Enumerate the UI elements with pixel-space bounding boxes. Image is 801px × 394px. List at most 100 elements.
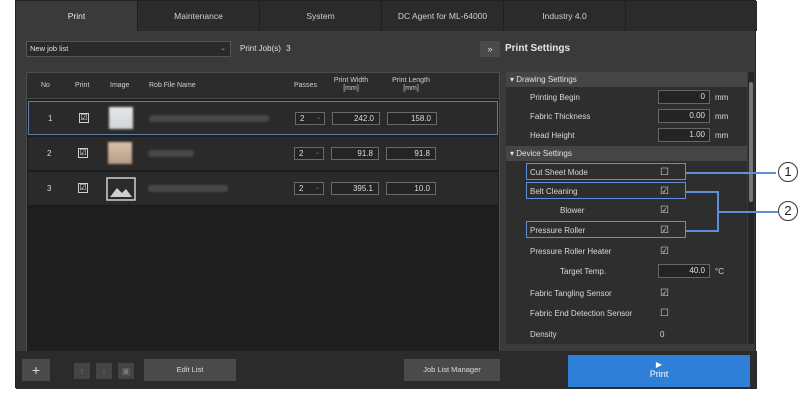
job-list-dropdown-value: New job list [30, 44, 69, 53]
tab-system[interactable]: System [260, 1, 382, 31]
table-row[interactable]: 1 ☑ 2 ⌄ 242.0 158.0 [28, 101, 498, 135]
job-table: No Print Image Rob File Name Passes Prin… [26, 72, 500, 379]
print-length-field[interactable]: 10.0 [386, 182, 436, 195]
job-list-manager-button[interactable]: Job List Manager [404, 359, 500, 381]
passes-value: 2 [299, 184, 304, 193]
pressure-roller-heater-label: Pressure Roller Heater [530, 247, 612, 256]
passes-value: 2 [299, 149, 304, 158]
callout-badge-2: 2 [778, 201, 798, 221]
fabric-thickness-input[interactable]: 0.00 [658, 109, 710, 123]
settings-title: Print Settings [505, 43, 571, 54]
app-window: Print Maintenance System DC Agent for ML… [15, 0, 757, 389]
print-button-label: Print [649, 369, 669, 379]
head-height-input[interactable]: 1.00 [658, 128, 710, 142]
passes-value: 2 [300, 114, 305, 123]
file-name-blurred [149, 115, 269, 122]
play-icon: ▶ [655, 360, 663, 369]
header-no: No [41, 82, 50, 89]
chevron-down-icon: ⌄ [220, 45, 226, 52]
edit-list-button[interactable]: Edit List [144, 359, 236, 381]
print-checkbox[interactable]: ☑ [79, 113, 89, 123]
print-width-field[interactable]: 91.8 [331, 147, 379, 160]
density-value: 0 [660, 330, 665, 339]
delete-icon[interactable]: ▣ [118, 363, 134, 379]
fabric-thickness-label: Fabric Thickness [530, 112, 591, 121]
passes-select[interactable]: 2 ⌄ [295, 112, 325, 125]
file-name-blurred [148, 185, 228, 192]
fabric-end-checkbox[interactable]: ☐ [660, 308, 669, 319]
move-down-icon[interactable]: ↓ [96, 363, 112, 379]
tab-industry-4[interactable]: Industry 4.0 [504, 1, 626, 31]
job-thumbnail [108, 142, 132, 164]
blower-label: Blower [560, 206, 585, 215]
tab-bar: Print Maintenance System DC Agent for ML… [16, 1, 757, 31]
job-count-value: 3 [286, 44, 291, 53]
drawing-settings-label: Drawing Settings [516, 75, 577, 84]
passes-select[interactable]: 2 ⌄ [294, 147, 324, 160]
job-count-label: Print Job(s) [240, 44, 281, 53]
printing-begin-input[interactable]: 0 [658, 90, 710, 104]
device-settings-header[interactable]: ▾ Device Settings [506, 146, 747, 161]
job-list-dropdown[interactable]: New job list ⌄ [26, 41, 231, 57]
printing-begin-unit: mm [715, 93, 729, 102]
job-list-panel: New job list ⌄ Print Job(s) 3 » No Print… [26, 41, 500, 379]
target-temp-label: Target Temp. [560, 267, 607, 276]
device-settings-label: Device Settings [516, 149, 572, 158]
callout-1-highlight [526, 163, 686, 180]
drawing-settings-header[interactable]: ▾ Drawing Settings [506, 72, 747, 87]
move-up-icon[interactable]: ↑ [74, 363, 90, 379]
target-temp-input[interactable]: 40.0 [658, 264, 710, 278]
print-width-field[interactable]: 242.0 [332, 112, 380, 125]
callout-2-line-horizontal [717, 211, 778, 213]
callout-1-line [686, 172, 776, 174]
fabric-tangling-label: Fabric Tangling Sensor [530, 289, 612, 298]
tab-print[interactable]: Print [16, 1, 138, 31]
expand-button[interactable]: » [480, 41, 500, 57]
header-print-length: Print Length [mm] [392, 77, 430, 92]
bottom-bar: + ↑ ↓ ▣ Edit List Job List Manager ▶ Pri… [16, 351, 757, 389]
callout-2-highlight-belt [526, 182, 686, 199]
print-checkbox[interactable]: ☑ [78, 148, 88, 158]
fabric-end-label: Fabric End Detection Sensor [530, 309, 633, 318]
table-row[interactable]: 3 ☑ 2 ⌄ 395.1 10.0 [28, 172, 498, 206]
print-width-field[interactable]: 395.1 [331, 182, 379, 195]
print-length-field[interactable]: 91.8 [386, 147, 436, 160]
header-print-width: Print Width [mm] [333, 77, 369, 92]
settings-list: ▾ Drawing Settings Printing Begin 0 mm F… [506, 72, 747, 344]
callout-2-highlight-roller [526, 221, 686, 238]
chevron-down-icon: ⌄ [315, 115, 321, 121]
table-row[interactable]: 2 ☑ 2 ⌄ 91.8 91.8 [28, 137, 498, 171]
print-length-field[interactable]: 158.0 [387, 112, 437, 125]
print-checkbox[interactable]: ☑ [78, 183, 88, 193]
file-name-blurred [148, 150, 194, 157]
blower-checkbox[interactable]: ☑ [660, 205, 669, 216]
header-file-name: Rob File Name [149, 82, 196, 89]
tab-dc-agent[interactable]: DC Agent for ML-64000 [382, 1, 504, 31]
image-placeholder-icon [106, 177, 136, 201]
pressure-roller-heater-checkbox[interactable]: ☑ [660, 246, 669, 257]
print-button[interactable]: ▶ Print [568, 355, 750, 387]
header-image: Image [110, 82, 130, 89]
fabric-tangling-checkbox[interactable]: ☑ [660, 288, 669, 299]
callout-2-line-bottom [686, 230, 718, 232]
settings-scrollbar[interactable] [748, 72, 754, 344]
head-height-label: Head Height [530, 131, 575, 140]
header-passes: Passes [294, 82, 317, 89]
head-height-unit: mm [715, 131, 729, 140]
callout-badge-1: 1 [778, 162, 798, 182]
print-settings-panel: Print Settings ▾ Drawing Settings Printi… [503, 41, 757, 344]
fabric-thickness-unit: mm [715, 112, 729, 121]
passes-select[interactable]: 2 ⌄ [294, 182, 324, 195]
density-label: Density [530, 330, 557, 339]
callout-2-line-top [686, 191, 718, 193]
row-number: 2 [47, 149, 52, 158]
target-temp-unit: °C [715, 267, 724, 276]
job-count: Print Job(s) 3 [240, 44, 291, 53]
chevron-down-icon: ⌄ [314, 150, 320, 156]
table-header: No Print Image Rob File Name Passes Prin… [27, 73, 499, 99]
tab-maintenance[interactable]: Maintenance [138, 1, 260, 31]
scrollbar-thumb[interactable] [749, 82, 753, 202]
job-thumbnail [109, 107, 133, 129]
add-job-button[interactable]: + [22, 359, 50, 381]
row-number: 3 [47, 184, 52, 193]
